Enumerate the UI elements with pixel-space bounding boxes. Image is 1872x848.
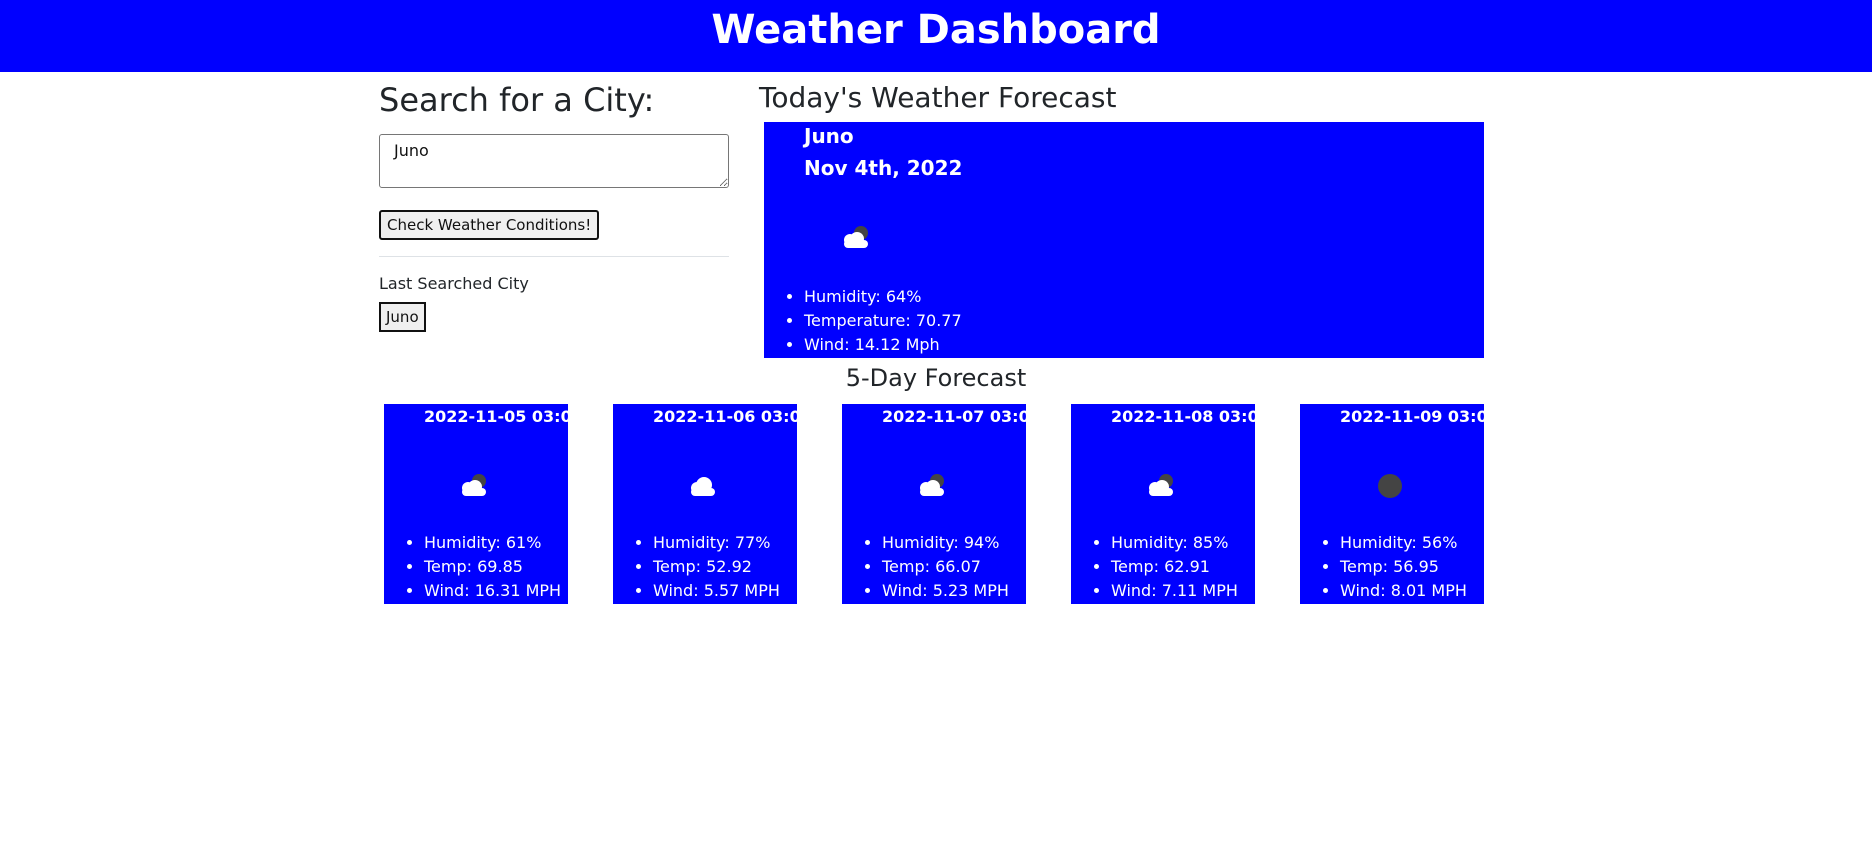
forecast-details-list: Humidity: 94% Temp: 66.07 Wind: 5.23 MPH — [882, 531, 1009, 603]
forecast-temp: Temp: 52.92 — [653, 555, 780, 579]
partly-cloudy-night-icon — [454, 466, 494, 506]
forecast-date: 2022-11-06 03:00:00 — [653, 407, 797, 426]
forecast-wind: Wind: 7.11 MPH — [1111, 579, 1238, 603]
clear-night-icon — [1370, 466, 1410, 506]
partly-cloudy-night-icon — [1141, 466, 1181, 506]
forecast-card: 2022-11-09 03:00:00 Humidity: 56% Temp: … — [1300, 404, 1484, 604]
forecast-card: 2022-11-06 03:00:00 Humidity: 77% Temp: … — [613, 404, 797, 604]
cloud-icon — [683, 466, 723, 506]
forecast-date: 2022-11-05 03:00:00 — [424, 407, 568, 426]
today-details-list: Humidity: 64% Temperature: 70.77 Wind: 1… — [804, 285, 962, 357]
forecast-wind: Wind: 5.57 MPH — [653, 579, 780, 603]
forecast-card: 2022-11-07 03:00:00 Humidity: 94% Temp: … — [842, 404, 1026, 604]
forecast-date: 2022-11-07 03:00:00 — [882, 407, 1026, 426]
forecast-humidity: Humidity: 77% — [653, 531, 780, 555]
forecast-temp: Temp: 69.85 — [424, 555, 561, 579]
forecast-details-list: Humidity: 85% Temp: 62.91 Wind: 7.11 MPH — [1111, 531, 1238, 603]
today-weather-card: Juno Nov 4th, 2022 Humidity: 64% Tempera… — [764, 122, 1484, 358]
forecast-card: 2022-11-08 03:00:00 Humidity: 85% Temp: … — [1071, 404, 1255, 604]
today-heading: Today's Weather Forecast — [759, 81, 1117, 114]
city-search-input[interactable]: Juno — [379, 134, 729, 188]
page-title: Weather Dashboard — [711, 7, 1161, 53]
partly-cloudy-night-icon — [912, 466, 952, 506]
forecast-temp: Temp: 62.91 — [1111, 555, 1238, 579]
forecast-humidity: Humidity: 94% — [882, 531, 1009, 555]
today-temperature: Temperature: 70.77 — [804, 309, 962, 333]
forecast-humidity: Humidity: 56% — [1340, 531, 1467, 555]
divider — [379, 256, 729, 257]
forecast-wind: Wind: 5.23 MPH — [882, 579, 1009, 603]
forecast-details-list: Humidity: 77% Temp: 52.92 Wind: 5.57 MPH — [653, 531, 780, 603]
today-wind: Wind: 14.12 Mph — [804, 333, 962, 357]
forecast-card: 2022-11-05 03:00:00 Humidity: 61% Temp: … — [384, 404, 568, 604]
forecast-heading: 5-Day Forecast — [845, 364, 1027, 392]
forecast-temp: Temp: 66.07 — [882, 555, 1009, 579]
header-bar: Weather Dashboard — [0, 0, 1872, 72]
history-city-button[interactable]: Juno — [379, 302, 426, 332]
today-city: Juno — [804, 124, 854, 148]
today-humidity: Humidity: 64% — [804, 285, 962, 309]
forecast-temp: Temp: 56.95 — [1340, 555, 1467, 579]
forecast-details-list: Humidity: 61% Temp: 69.85 Wind: 16.31 MP… — [424, 531, 561, 603]
check-weather-button[interactable]: Check Weather Conditions! — [379, 210, 600, 240]
today-date: Nov 4th, 2022 — [804, 156, 963, 180]
last-searched-label: Last Searched City — [379, 274, 529, 293]
search-heading: Search for a City: — [379, 81, 655, 119]
forecast-details-list: Humidity: 56% Temp: 56.95 Wind: 8.01 MPH — [1340, 531, 1467, 603]
forecast-wind: Wind: 8.01 MPH — [1340, 579, 1467, 603]
partly-cloudy-night-icon — [836, 218, 876, 258]
forecast-humidity: Humidity: 85% — [1111, 531, 1238, 555]
forecast-date: 2022-11-08 03:00:00 — [1111, 407, 1255, 426]
forecast-humidity: Humidity: 61% — [424, 531, 561, 555]
search-panel: Search for a City: Juno Check Weather Co… — [379, 80, 729, 332]
forecast-wind: Wind: 16.31 MPH — [424, 579, 561, 603]
forecast-date: 2022-11-09 03:00:00 — [1340, 407, 1484, 426]
